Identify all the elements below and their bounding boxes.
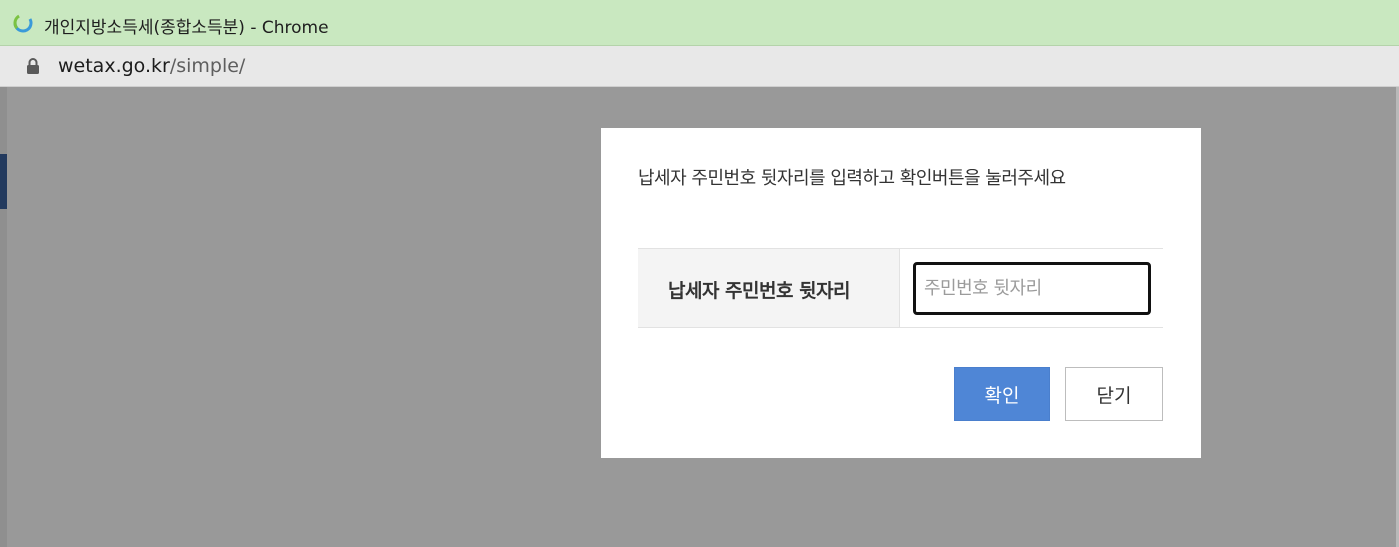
browser-window: 개인지방소득세(종합소득분) - Chrome wetax.go.kr/simp… (0, 0, 1399, 547)
page-overlay: 납세자 주민번호 뒷자리를 입력하고 확인버튼을 눌러주세요 납세자 주민번호 … (0, 87, 1399, 547)
lock-icon[interactable] (26, 58, 40, 74)
wetax-logo-icon (13, 13, 33, 33)
form-label-cell: 납세자 주민번호 뒷자리 (638, 249, 900, 327)
close-button[interactable]: 닫기 (1065, 367, 1163, 421)
title-bar: 개인지방소득세(종합소득분) - Chrome (0, 0, 1399, 46)
ssn-back-input[interactable] (913, 262, 1151, 315)
confirm-button[interactable]: 확인 (954, 367, 1050, 421)
ssn-dialog: 납세자 주민번호 뒷자리를 입력하고 확인버튼을 눌러주세요 납세자 주민번호 … (601, 128, 1201, 458)
url-path: /simple/ (169, 55, 246, 77)
url-host: wetax.go.kr (58, 55, 170, 77)
ssn-form-row: 납세자 주민번호 뒷자리 (638, 248, 1163, 328)
page-header-fragment (0, 154, 7, 209)
ssn-field-label: 납세자 주민번호 뒷자리 (668, 280, 851, 302)
address-bar[interactable]: wetax.go.kr/simple/ (0, 46, 1399, 87)
dialog-instruction: 납세자 주민번호 뒷자리를 입력하고 확인버튼을 눌러주세요 (638, 168, 1066, 189)
url-text[interactable]: wetax.go.kr/simple/ (58, 55, 245, 77)
window-title: 개인지방소득세(종합소득분) - Chrome (44, 18, 329, 38)
